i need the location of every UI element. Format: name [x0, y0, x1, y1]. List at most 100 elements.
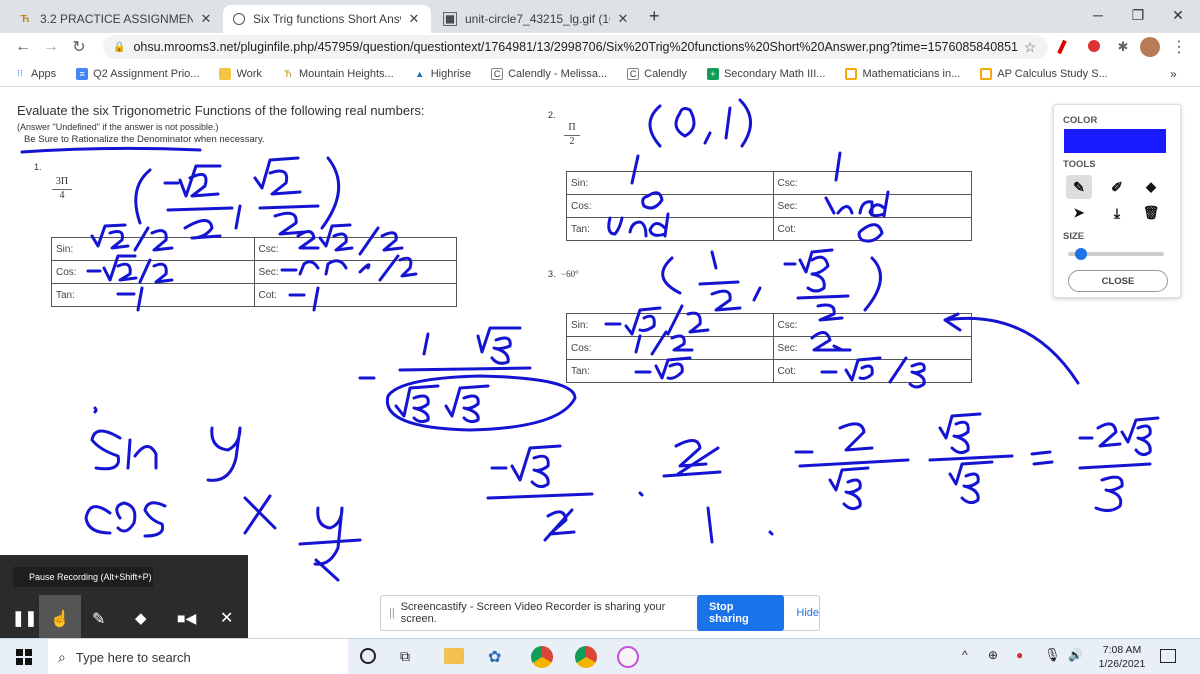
download-icon[interactable]: ⤓	[1104, 202, 1130, 224]
tray-icon[interactable]: ⊕	[988, 648, 998, 662]
bookmark-calendly-melissa[interactable]: C Calendly - Melissa...	[491, 67, 607, 80]
chrome-icon[interactable]	[531, 646, 553, 668]
avatar[interactable]	[1140, 37, 1160, 57]
show-hidden-icons[interactable]: ^	[962, 648, 968, 662]
clock[interactable]: 7:08 AM 1/26/2021	[1094, 643, 1150, 671]
docs-icon: ≡	[76, 67, 89, 80]
volume-icon[interactable]: 🔊	[1068, 648, 1083, 662]
highlighter-icon[interactable]: ✐	[1104, 175, 1130, 199]
ink-sin-y	[90, 426, 242, 482]
taskbar-search[interactable]: ⌕ Type here to search	[48, 639, 348, 674]
ink-circled-root3-root3	[385, 374, 577, 432]
pointer-hand-icon[interactable]: ☝	[50, 609, 70, 629]
close-icon[interactable]: ✕	[616, 11, 630, 27]
bookmark-calendly[interactable]: C Calendly	[627, 67, 687, 80]
calendly-icon: C	[491, 67, 504, 80]
pause-tooltip: Pause Recording (Alt+Shift+P)	[13, 567, 153, 587]
annotate-panel: COLOR TOOLS ✎ ✐ ◆ ➤ ⤓ 🗑 SIZE CLOSE	[1053, 104, 1181, 298]
screencastify-tray-icon[interactable]: ●	[1016, 648, 1023, 662]
bookmark-secondary-math[interactable]: + Secondary Math III...	[706, 67, 826, 80]
pen-extension-icon[interactable]	[1057, 39, 1067, 55]
size-slider-handle[interactable]	[1074, 248, 1087, 260]
restore-icon[interactable]: ❐	[1118, 2, 1158, 28]
microphone-icon[interactable]: 🎙	[1044, 647, 1061, 663]
apps-grid-icon: ⁝⁝	[17, 68, 23, 78]
window-close-icon[interactable]: ✕	[1158, 2, 1198, 28]
bookmark-ap-calculus[interactable]: AP Calculus Study S...	[980, 67, 1108, 80]
tab-six-trig-functions[interactable]: Six Trig functions Short Answer.p ✕	[223, 5, 431, 33]
pen-icon[interactable]: ✎	[92, 609, 105, 629]
bookmark-label: Secondary Math III...	[723, 67, 826, 80]
extensions-icon[interactable]: ✱	[1112, 36, 1134, 58]
bookmark-q2-assignment[interactable]: ≡ Q2 Assignment Prio...	[76, 67, 199, 80]
ink-y-over-y	[298, 506, 362, 582]
search-placeholder: Type here to search	[75, 649, 191, 665]
ink-csc-p1	[296, 223, 404, 256]
folder-icon	[980, 67, 993, 80]
pinned-app-icon[interactable]: ✿	[488, 647, 501, 667]
tab-practice-assignment[interactable]: Ћ 3.2 PRACTICE ASSIGNMENT: The ✕	[8, 5, 223, 33]
bookmark-star-icon[interactable]: ☆	[1019, 36, 1041, 58]
ink-cos-p2	[641, 191, 664, 210]
color-swatch[interactable]	[1064, 129, 1166, 153]
ink-neg-2root3-over-3	[1078, 416, 1160, 513]
chrome-profile-icon[interactable]	[575, 646, 597, 668]
tab-unit-circle[interactable]: ▦ unit-circle7_43215_lg.gif (1024× ✕	[433, 5, 640, 33]
navigation-bar: ← → ↻ 🔒 ohsu.mrooms3.net/pluginfile.php/…	[0, 33, 1200, 61]
new-tab-button[interactable]: +	[649, 6, 660, 27]
itunes-icon[interactable]	[617, 646, 639, 668]
pause-icon[interactable]: ❚❚	[12, 609, 37, 627]
bookmark-work[interactable]: Work	[219, 67, 262, 80]
task-view-icon[interactable]: ⧉	[400, 648, 410, 665]
stop-sharing-button[interactable]: Stop sharing	[697, 595, 785, 631]
bookmark-apps[interactable]: ⁝⁝ Apps	[14, 68, 56, 80]
close-icon[interactable]: ✕	[220, 608, 233, 628]
close-icon[interactable]: ✕	[199, 11, 213, 27]
windows-start-icon[interactable]	[16, 649, 32, 665]
bookmark-highrise[interactable]: ▲ Highrise	[414, 68, 471, 80]
bookmark-label: Calendly	[644, 67, 687, 80]
reload-icon[interactable]: ↻	[68, 36, 90, 58]
screencastify-icon[interactable]	[1088, 40, 1100, 52]
search-icon: ⌕	[58, 648, 66, 665]
ink-equals	[1030, 450, 1054, 466]
ink-point-neg60	[661, 248, 882, 322]
ink-arrow-to-csc	[943, 312, 1080, 385]
share-message: Screencastify - Screen Video Recorder is…	[400, 601, 666, 625]
pointer-icon[interactable]: ➤	[1066, 202, 1092, 224]
back-icon[interactable]: ←	[12, 36, 34, 58]
forward-icon[interactable]: →	[40, 36, 62, 58]
menu-icon[interactable]: ⋮	[1168, 36, 1190, 58]
close-button[interactable]: CLOSE	[1068, 270, 1168, 292]
bookmark-mathematicians[interactable]: Mathematicians in...	[845, 67, 960, 80]
ink-cos-p1	[86, 254, 174, 284]
clock-date: 1/26/2021	[1098, 658, 1146, 670]
ink-tan-p3	[634, 356, 692, 380]
eraser-icon[interactable]: ◆	[1138, 175, 1164, 199]
ink-x	[243, 494, 277, 535]
address-bar[interactable]: 🔒 ohsu.mrooms3.net/pluginfile.php/457959…	[103, 35, 1048, 59]
minimize-icon[interactable]: ─	[1078, 2, 1118, 28]
drag-handle-icon[interactable]: ||	[389, 607, 395, 619]
trash-icon[interactable]: 🗑	[1138, 202, 1164, 224]
cortana-icon[interactable]	[360, 648, 376, 664]
ink-sin-p3	[604, 304, 710, 336]
ink-cot-p3	[820, 356, 926, 389]
camera-icon[interactable]: ■◀	[177, 610, 196, 627]
address-url: ohsu.mrooms3.net/pluginfile.php/457959/q…	[133, 40, 1019, 54]
notifications-icon[interactable]	[1160, 649, 1176, 663]
bookmark-mountain-heights[interactable]: Ћ Mountain Heights...	[282, 68, 394, 80]
eraser-icon[interactable]: ◆	[135, 609, 147, 627]
mountain-heights-icon: Ћ	[284, 68, 292, 79]
hide-button[interactable]: Hide	[796, 607, 819, 619]
bookmark-label: Apps	[31, 67, 57, 80]
pen-icon[interactable]: ✎	[1066, 175, 1092, 199]
close-icon[interactable]: ✕	[407, 11, 421, 27]
file-explorer-icon[interactable]	[444, 648, 464, 664]
ink-sin-p2	[630, 154, 640, 185]
tools-label: TOOLS	[1063, 159, 1096, 170]
ink-tan-p2	[607, 212, 670, 238]
bookmarks-more-button[interactable]: »	[1170, 67, 1177, 81]
ink-tan-p1	[116, 286, 144, 312]
globe-icon	[233, 13, 245, 25]
